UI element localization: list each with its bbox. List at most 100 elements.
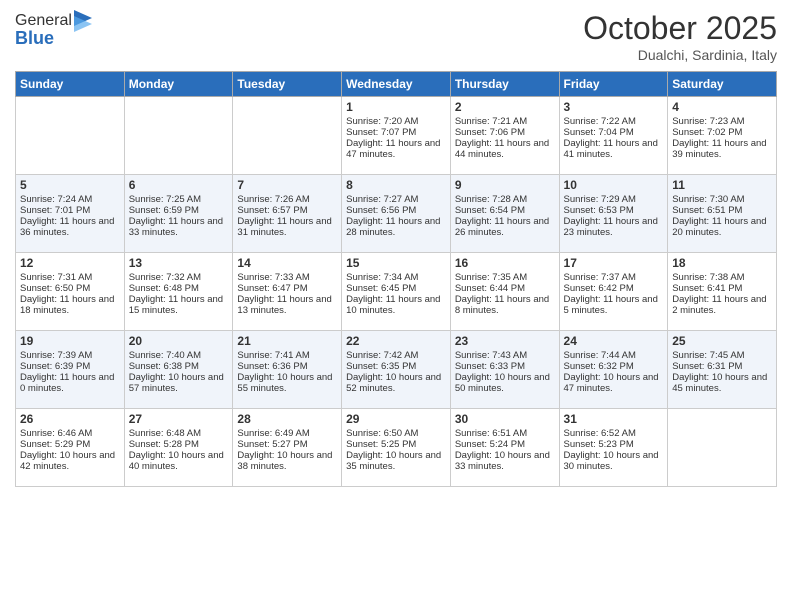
day-number: 4 [672, 100, 772, 114]
day-number: 5 [20, 178, 120, 192]
calendar-cell: 9Sunrise: 7:28 AMSunset: 6:54 PMDaylight… [450, 175, 559, 253]
day-number: 20 [129, 334, 229, 348]
day-number: 7 [237, 178, 337, 192]
day-info: Sunrise: 7:41 AM [237, 350, 337, 361]
day-info: Daylight: 10 hours and 52 minutes. [346, 372, 446, 394]
calendar-cell: 12Sunrise: 7:31 AMSunset: 6:50 PMDayligh… [16, 253, 125, 331]
day-info: Sunrise: 7:34 AM [346, 272, 446, 283]
day-info: Sunrise: 6:52 AM [564, 428, 664, 439]
day-info: Sunset: 6:42 PM [564, 283, 664, 294]
day-info: Sunrise: 7:33 AM [237, 272, 337, 283]
day-info: Daylight: 10 hours and 47 minutes. [564, 372, 664, 394]
day-info: Sunset: 5:29 PM [20, 439, 120, 450]
day-info: Daylight: 11 hours and 23 minutes. [564, 216, 664, 238]
day-info: Sunset: 6:36 PM [237, 361, 337, 372]
location: Dualchi, Sardinia, Italy [583, 47, 777, 63]
calendar-cell: 17Sunrise: 7:37 AMSunset: 6:42 PMDayligh… [559, 253, 668, 331]
day-info: Daylight: 11 hours and 8 minutes. [455, 294, 555, 316]
day-number: 17 [564, 256, 664, 270]
day-number: 12 [20, 256, 120, 270]
day-info: Sunset: 7:07 PM [346, 127, 446, 138]
day-info: Daylight: 11 hours and 13 minutes. [237, 294, 337, 316]
day-info: Sunset: 6:41 PM [672, 283, 772, 294]
day-info: Sunset: 6:35 PM [346, 361, 446, 372]
week-row-2: 5 Sunrise: 7:24 AMSunset: 7:01 PM Daylight… [16, 175, 777, 253]
day-number: 10 [564, 178, 664, 192]
day-info: Daylight: 10 hours and 30 minutes. [564, 450, 664, 472]
calendar-cell: 30Sunrise: 6:51 AMSunset: 5:24 PMDayligh… [450, 409, 559, 487]
day-info: Daylight: 11 hours and 31 minutes. [237, 216, 337, 238]
day-info: Daylight: 11 hours and 39 minutes. [672, 138, 772, 160]
day-info: Sunset: 6:51 PM [672, 205, 772, 216]
day-info: Sunrise: 7:26 AM [237, 194, 337, 205]
day-info: Sunrise: 7:44 AM [564, 350, 664, 361]
calendar-cell: 26Sunrise: 6:46 AMSunset: 5:29 PMDayligh… [16, 409, 125, 487]
month-title: October 2025 [583, 10, 777, 47]
header-row: SundayMondayTuesdayWednesdayThursdayFrid… [16, 72, 777, 97]
day-info: Daylight: 11 hours and 18 minutes. [20, 294, 120, 316]
day-info: Sunset: 5:25 PM [346, 439, 446, 450]
logo-icon [74, 10, 92, 32]
week-row-1: 1Sunrise: 7:20 AMSunset: 7:07 PMDaylight… [16, 97, 777, 175]
day-number: 30 [455, 412, 555, 426]
day-info: Sunrise: 7:25 AM [129, 194, 229, 205]
calendar-cell: 1Sunrise: 7:20 AMSunset: 7:07 PMDaylight… [342, 97, 451, 175]
day-info: Sunrise: 6:50 AM [346, 428, 446, 439]
calendar-cell: 8Sunrise: 7:27 AMSunset: 6:56 PMDaylight… [342, 175, 451, 253]
day-info: Daylight: 11 hours and 0 minutes. [20, 372, 120, 394]
calendar-cell: 3Sunrise: 7:22 AMSunset: 7:04 PMDaylight… [559, 97, 668, 175]
calendar-cell: 20Sunrise: 7:40 AMSunset: 6:38 PMDayligh… [124, 331, 233, 409]
day-info: Sunset: 6:56 PM [346, 205, 446, 216]
day-info: Daylight: 10 hours and 33 minutes. [455, 450, 555, 472]
calendar-table: SundayMondayTuesdayWednesdayThursdayFrid… [15, 71, 777, 487]
day-info: Sunrise: 7:23 AM [672, 116, 772, 127]
day-info: Sunrise: 7:30 AM [672, 194, 772, 205]
day-info: Daylight: 11 hours and 33 minutes. [129, 216, 229, 238]
day-info: Daylight: 11 hours and 5 minutes. [564, 294, 664, 316]
day-info: Daylight: 11 hours and 2 minutes. [672, 294, 772, 316]
day-info: Sunset: 6:44 PM [455, 283, 555, 294]
day-info: Sunset: 7:04 PM [564, 127, 664, 138]
day-number: 26 [20, 412, 120, 426]
day-info: Daylight: 11 hours and 20 minutes. [672, 216, 772, 238]
col-header-friday: Friday [559, 72, 668, 97]
logo: General Blue [15, 10, 92, 49]
week-row-4: 19Sunrise: 7:39 AMSunset: 6:39 PMDayligh… [16, 331, 777, 409]
day-info: Sunrise: 7:32 AM [129, 272, 229, 283]
day-info: Sunrise: 7:43 AM [455, 350, 555, 361]
day-info: Daylight: 11 hours and 26 minutes. [455, 216, 555, 238]
day-info: Sunset: 6:48 PM [129, 283, 229, 294]
day-number: 8 [346, 178, 446, 192]
day-info: Daylight: 11 hours and 44 minutes. [455, 138, 555, 160]
calendar-cell: 10Sunrise: 7:29 AMSunset: 6:53 PMDayligh… [559, 175, 668, 253]
day-info: Sunset: 7:02 PM [672, 127, 772, 138]
calendar-cell: 28Sunrise: 6:49 AMSunset: 5:27 PMDayligh… [233, 409, 342, 487]
day-number: 11 [672, 178, 772, 192]
header: General Blue October 2025 Dualchi, Sardi… [15, 10, 777, 63]
day-number: 31 [564, 412, 664, 426]
calendar-cell [16, 97, 125, 175]
day-info: Sunset: 6:32 PM [564, 361, 664, 372]
day-info: Daylight: 11 hours and 28 minutes. [346, 216, 446, 238]
day-info: Sunset: 6:31 PM [672, 361, 772, 372]
day-info: Daylight: 11 hours and 10 minutes. [346, 294, 446, 316]
day-number: 3 [564, 100, 664, 114]
day-info: Daylight: 10 hours and 40 minutes. [129, 450, 229, 472]
day-number: 23 [455, 334, 555, 348]
day-info: Sunset: 5:23 PM [564, 439, 664, 450]
calendar-cell: 18Sunrise: 7:38 AMSunset: 6:41 PMDayligh… [668, 253, 777, 331]
logo-text-block: General Blue [15, 10, 92, 49]
calendar-cell: 14Sunrise: 7:33 AMSunset: 6:47 PMDayligh… [233, 253, 342, 331]
day-number: 9 [455, 178, 555, 192]
calendar-cell: 31 Sunrise: 6:52 AMSunset: 5:23 PMDayligh… [559, 409, 668, 487]
day-info: Sunrise: 6:49 AM [237, 428, 337, 439]
calendar-cell: 16Sunrise: 7:35 AMSunset: 6:44 PMDayligh… [450, 253, 559, 331]
day-info: Sunrise: 7:28 AM [455, 194, 555, 205]
day-info: Sunrise: 7:24 AM [20, 194, 120, 205]
day-info: Sunset: 5:28 PM [129, 439, 229, 450]
day-number: 19 [20, 334, 120, 348]
day-info: Sunset: 7:01 PM [20, 205, 120, 216]
day-info: Daylight: 10 hours and 35 minutes. [346, 450, 446, 472]
day-info: Sunset: 6:47 PM [237, 283, 337, 294]
calendar-cell: 22Sunrise: 7:42 AMSunset: 6:35 PMDayligh… [342, 331, 451, 409]
